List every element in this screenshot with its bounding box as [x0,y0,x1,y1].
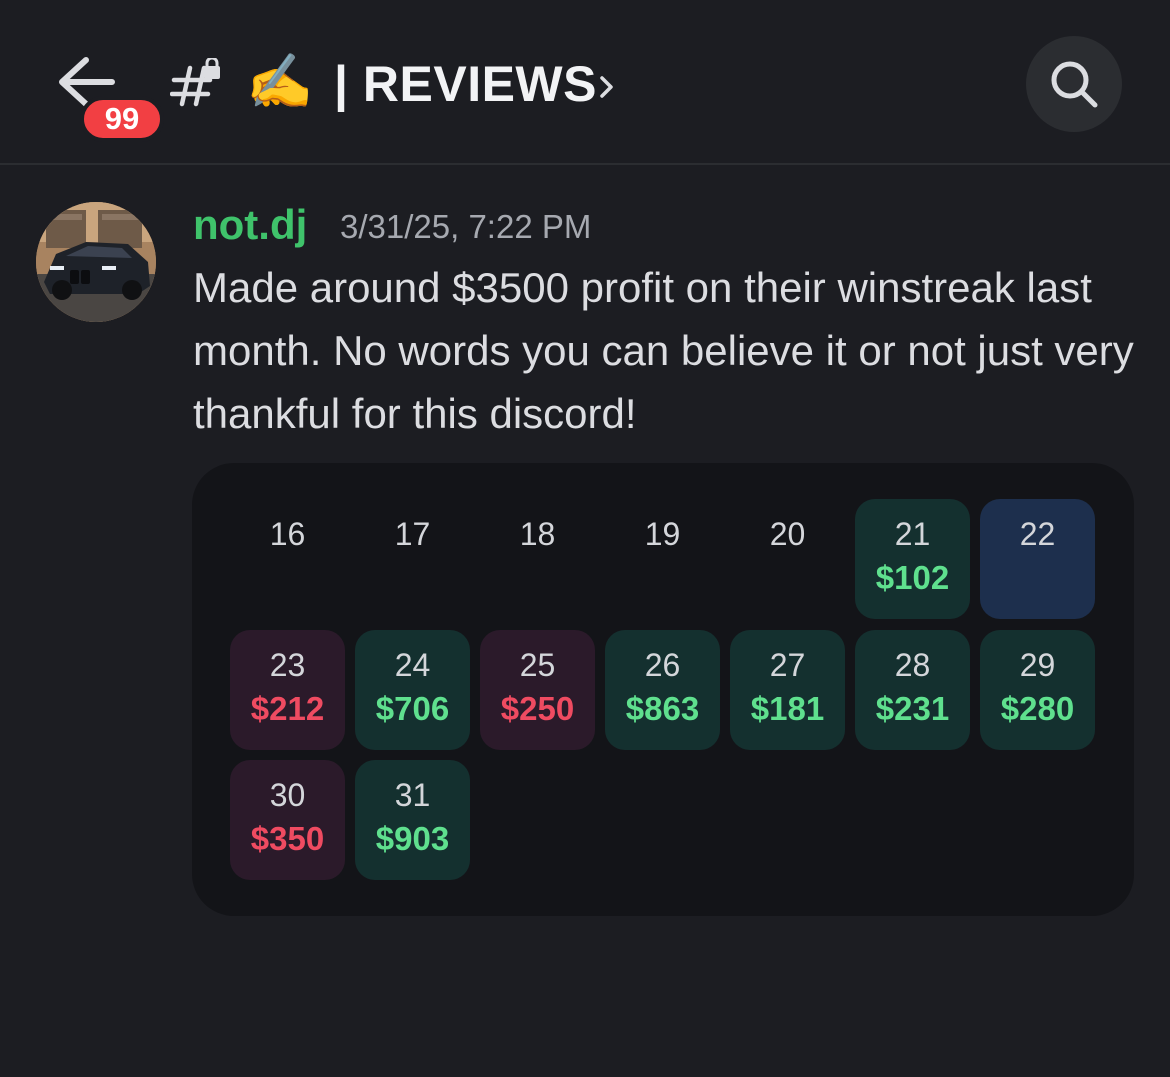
day-number: 31 [394,777,431,813]
day-number: 26 [644,647,681,683]
channel-emoji: ✍️ [246,52,314,112]
search-icon [1051,61,1098,108]
calendar-day-26: 26 $863 [605,630,720,750]
car-photo-avatar [36,202,156,322]
calendar-day-28: 28 $231 [855,630,970,750]
day-amount: $231 [875,690,950,727]
avatar[interactable] [36,202,156,322]
day-number: 30 [269,777,306,813]
day-amount: $863 [625,690,700,727]
message-timestamp: 3/31/25, 7:22 PM [340,208,592,245]
day-number: 27 [769,647,806,683]
day-amount: $102 [875,559,950,596]
channel-header: 99 ✍️ | REVIEWS [0,0,1170,165]
day-amount: $706 [375,690,450,727]
day-number: 25 [519,647,556,683]
calendar-day-30: 30 $350 [230,760,345,880]
day-number: 28 [894,647,931,683]
calendar-day-21: 21 $102 [855,499,970,619]
day-number: 22 [1019,516,1056,552]
unread-badge: 99 [80,96,164,142]
chevron-right-icon[interactable] [598,72,616,102]
day-number: 19 [644,516,681,552]
day-amount: $280 [1000,690,1075,727]
profit-calendar: 16 17 18 19 20 21 $102 22 23 $212 24 $706 25 $250 26 $8… [192,463,1134,916]
message-text: Made around $3500 profit on their winstr… [193,264,1134,437]
day-number: 17 [394,516,431,552]
day-amount: $181 [750,690,825,727]
day-number: 29 [1019,647,1056,683]
calendar-day-25: 25 $250 [480,630,595,750]
calendar-day-24: 24 $706 [355,630,470,750]
calendar-day-16: 16 [230,499,345,619]
day-amount: $250 [500,690,575,727]
calendar-day-29: 29 $280 [980,630,1095,750]
day-amount: $350 [250,820,325,857]
day-number: 20 [769,516,806,552]
day-amount: $212 [250,690,325,727]
calendar-day-17: 17 [355,499,470,619]
hash-lock-icon [170,58,220,107]
calendar-day-18: 18 [480,499,595,619]
calendar-day-22: 22 [980,499,1095,619]
calendar-day-23: 23 $212 [230,630,345,750]
channel-title[interactable]: | REVIEWS [334,52,597,116]
day-number: 16 [269,516,306,552]
day-number: 24 [394,647,431,683]
day-number: 23 [269,647,306,683]
calendar-day-27: 27 $181 [730,630,845,750]
search-button[interactable] [1026,36,1122,132]
day-amount: $903 [375,820,450,857]
username[interactable]: not.dj [193,200,307,250]
day-number: 18 [519,516,556,552]
calendar-day-19: 19 [605,499,720,619]
calendar-day-31: 31 $903 [355,760,470,880]
day-number: 21 [894,516,931,552]
calendar-day-20: 20 [730,499,845,619]
